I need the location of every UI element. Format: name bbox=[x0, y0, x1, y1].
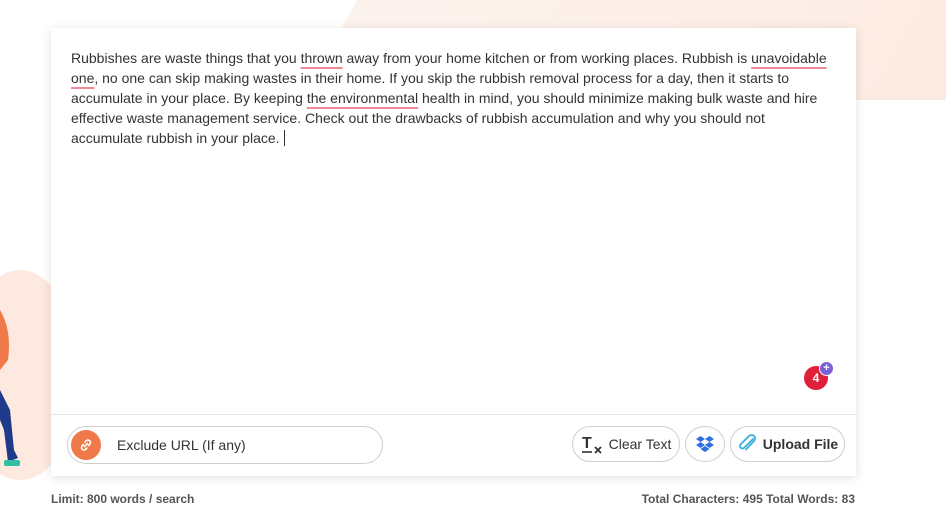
upload-file-label: Upload File bbox=[762, 436, 839, 452]
svg-text:T: T bbox=[582, 435, 592, 452]
clear-text-label: Clear Text bbox=[608, 436, 672, 452]
word-limit-text: Limit: 800 words / search bbox=[51, 492, 195, 506]
character-word-count: Total Characters: 495 Total Words: 83 bbox=[641, 492, 855, 506]
illustration-figure bbox=[0, 310, 20, 466]
text-editor-card: Rubbishes are waste things that you thro… bbox=[51, 28, 856, 476]
link-icon bbox=[71, 430, 101, 460]
flagged-phrase[interactable]: thrown bbox=[301, 50, 343, 66]
text-caret bbox=[283, 130, 285, 146]
text-input-area[interactable]: Rubbishes are waste things that you thro… bbox=[71, 48, 836, 148]
clear-format-icon: T bbox=[581, 435, 602, 454]
clear-text-button[interactable]: T Clear Text bbox=[572, 426, 680, 462]
paperclip-icon bbox=[738, 434, 756, 451]
upload-file-button[interactable]: Upload File bbox=[730, 426, 845, 462]
text-segment: Rubbishes are waste things that you bbox=[71, 50, 301, 66]
dropbox-icon bbox=[696, 436, 714, 452]
dropbox-button[interactable] bbox=[685, 426, 725, 462]
exclude-url-input[interactable]: Exclude URL (If any) bbox=[67, 426, 383, 464]
editor-toolbar: Exclude URL (If any) T Clear Text Upload… bbox=[51, 414, 856, 477]
text-segment: away from your home kitchen or from work… bbox=[342, 50, 752, 66]
badge-plus-icon: + bbox=[819, 361, 834, 376]
flagged-phrase[interactable]: the environmental bbox=[307, 90, 418, 106]
exclude-url-placeholder: Exclude URL (If any) bbox=[117, 437, 246, 453]
